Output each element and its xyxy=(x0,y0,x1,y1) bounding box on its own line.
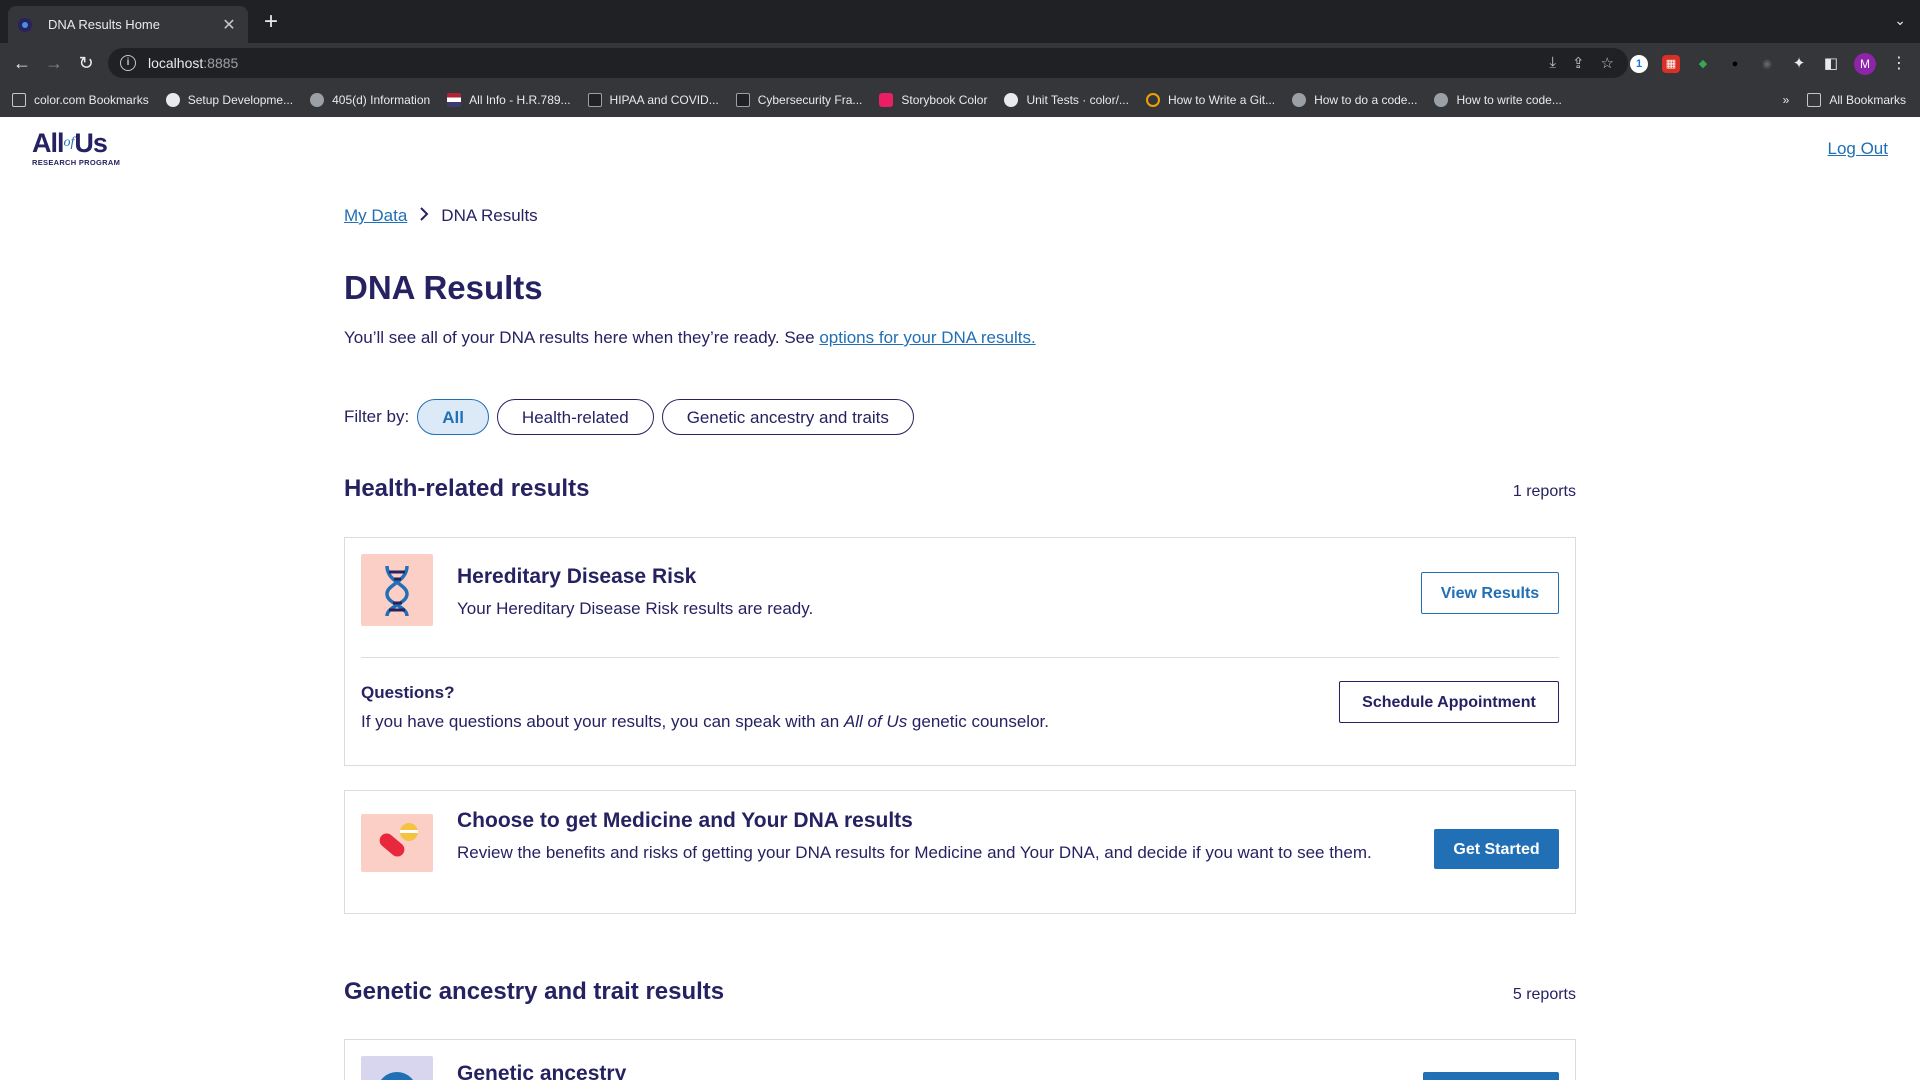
forward-arrow-icon[interactable]: → xyxy=(42,51,66,75)
share-icon[interactable]: ⇪ xyxy=(1572,54,1585,72)
bookmark-item[interactable]: color.com Bookmarks xyxy=(12,93,149,107)
browser-toolbar: ← → ↻ i localhost:8885 ⤓ ⇪ ☆ 1 ▦ ◆ ● ◉ ✦… xyxy=(0,43,1920,83)
us-flag-icon xyxy=(447,93,462,107)
hhs-icon xyxy=(587,93,602,107)
bookmark-item[interactable]: Storybook Color xyxy=(879,93,987,107)
genetic-ancestry-title: Genetic ancestry xyxy=(457,1062,627,1080)
new-tab-button[interactable]: + xyxy=(258,9,284,35)
breadcrumb: My Data DNA Results xyxy=(344,206,538,226)
github-icon xyxy=(1004,93,1019,107)
bookmark-item[interactable]: 405(d) Information xyxy=(310,93,430,107)
filter-label: Filter by: xyxy=(344,407,410,426)
all-bookmarks-button[interactable]: All Bookmarks xyxy=(1807,93,1906,107)
breadcrumb-my-data-link[interactable]: My Data xyxy=(344,206,407,226)
filter-health-pill[interactable]: Health-related xyxy=(496,399,654,435)
profile-avatar[interactable]: M xyxy=(1854,53,1876,75)
green-extension-icon[interactable]: ◆ xyxy=(1694,55,1712,73)
ancestry-section-title: Genetic ancestry and trait results xyxy=(344,978,725,1005)
browser-tab-strip: DNA Results Home ✕ + ⌄ xyxy=(0,0,1920,43)
coin-icon xyxy=(1145,93,1160,107)
bookmark-item[interactable]: Unit Tests · color/... xyxy=(1004,93,1129,107)
site-info-icon[interactable]: i xyxy=(120,55,136,71)
github-icon xyxy=(165,93,180,107)
questions-heading: Questions? xyxy=(361,683,455,702)
view-results-button[interactable]: View Results xyxy=(1421,572,1559,614)
tab-close-icon[interactable]: ✕ xyxy=(220,15,238,35)
site-icon xyxy=(310,93,325,107)
install-app-icon[interactable]: ⤓ xyxy=(1549,54,1556,72)
bookmark-item[interactable]: How to do a code... xyxy=(1292,93,1417,107)
logout-link[interactable]: Log Out xyxy=(1828,139,1889,159)
hereditary-disease-description: Your Hereditary Disease Risk results are… xyxy=(457,599,814,618)
health-report-count: 1 reports xyxy=(1512,483,1576,500)
gray-extension-icon[interactable]: ◉ xyxy=(1758,55,1776,73)
hereditary-disease-title: Hereditary Disease Risk xyxy=(457,565,697,588)
globe-icon xyxy=(1292,93,1307,107)
chevron-right-icon xyxy=(419,206,429,226)
bookmark-item[interactable]: HIPAA and COVID... xyxy=(587,93,719,107)
medicine-dna-description: Review the benefits and risks of getting… xyxy=(457,843,1372,862)
password-manager-extension-icon[interactable]: 1 xyxy=(1630,55,1648,73)
card-divider xyxy=(361,657,1559,658)
pills-icon xyxy=(361,814,433,872)
questions-text: If you have questions about your results… xyxy=(361,712,1049,731)
get-started-button[interactable]: Get Started xyxy=(1434,829,1559,869)
dark-extension-icon[interactable]: ● xyxy=(1726,55,1744,73)
breadcrumb-current: DNA Results xyxy=(441,206,538,225)
back-arrow-icon[interactable]: ← xyxy=(10,51,34,75)
url-port: :8885 xyxy=(203,55,239,71)
logo-subtitle: RESEARCH PROGRAM xyxy=(32,158,121,167)
bookmark-item[interactable]: All Info - H.R.789... xyxy=(447,93,571,107)
nist-icon xyxy=(735,93,750,107)
bookmarks-bar: color.com Bookmarks Setup Developme... 4… xyxy=(0,83,1920,117)
browser-tab-active[interactable]: DNA Results Home ✕ xyxy=(8,6,248,43)
side-panel-icon[interactable]: ◧ xyxy=(1822,55,1840,73)
page-title: DNA Results xyxy=(344,269,543,306)
reload-icon[interactable]: ↻ xyxy=(74,51,98,75)
bookmark-item[interactable]: How to write code... xyxy=(1434,93,1562,107)
filter-bar: Filter by: All Health-related Genetic an… xyxy=(344,399,922,435)
bookmark-item[interactable]: How to Write a Git... xyxy=(1145,93,1275,107)
logo-wordmark: AllofUs xyxy=(32,128,108,158)
schedule-appointment-button[interactable]: Schedule Appointment xyxy=(1339,681,1559,723)
bookmark-star-icon[interactable]: ☆ xyxy=(1601,54,1614,72)
hereditary-disease-card: Hereditary Disease Risk Your Hereditary … xyxy=(344,537,1576,766)
genetic-ancestry-card: Genetic ancestry xyxy=(344,1039,1576,1080)
ancestry-card-button[interactable] xyxy=(1423,1072,1559,1080)
medicine-dna-card: Choose to get Medicine and Your DNA resu… xyxy=(344,790,1576,914)
globe-icon xyxy=(1434,93,1449,107)
medicine-dna-title: Choose to get Medicine and Your DNA resu… xyxy=(457,809,913,832)
all-of-us-logo[interactable]: AllofUs RESEARCH PROGRAM xyxy=(32,129,137,167)
bookmarks-overflow-button[interactable]: » xyxy=(1783,93,1790,107)
ancestry-section-header: Genetic ancestry and trait results 5 rep… xyxy=(344,978,1576,1006)
dna-icon xyxy=(361,554,433,626)
ancestry-report-count: 5 reports xyxy=(1512,986,1576,1003)
extensions-puzzle-icon[interactable]: ✦ xyxy=(1790,55,1808,73)
address-bar[interactable]: i localhost:8885 ⤓ ⇪ ☆ xyxy=(108,48,1628,78)
folder-icon xyxy=(1807,93,1822,107)
page-viewport: AllofUs RESEARCH PROGRAM Log Out My Data… xyxy=(0,117,1920,1080)
bookmark-item[interactable]: Cybersecurity Fra... xyxy=(735,93,862,107)
tab-title: DNA Results Home xyxy=(48,17,160,32)
url-host: localhost xyxy=(148,55,204,71)
folder-icon xyxy=(12,93,26,107)
tab-favicon-icon xyxy=(18,17,32,32)
browser-menu-icon[interactable]: ⋮ xyxy=(1890,55,1908,73)
filter-ancestry-pill[interactable]: Genetic ancestry and traits xyxy=(661,399,914,435)
bookmark-item[interactable]: Setup Developme... xyxy=(165,93,293,107)
globe-icon xyxy=(361,1056,433,1080)
health-section-header: Health-related results 1 reports xyxy=(344,475,1576,503)
red-extension-icon[interactable]: ▦ xyxy=(1662,55,1680,73)
intro-text: You’ll see all of your DNA results here … xyxy=(344,328,1036,347)
filter-all-pill[interactable]: All xyxy=(417,399,489,435)
dna-options-link[interactable]: options for your DNA results. xyxy=(819,328,1035,347)
health-section-title: Health-related results xyxy=(344,475,590,502)
tab-search-chevron-icon[interactable]: ⌄ xyxy=(1894,12,1906,29)
storybook-icon xyxy=(879,93,894,107)
